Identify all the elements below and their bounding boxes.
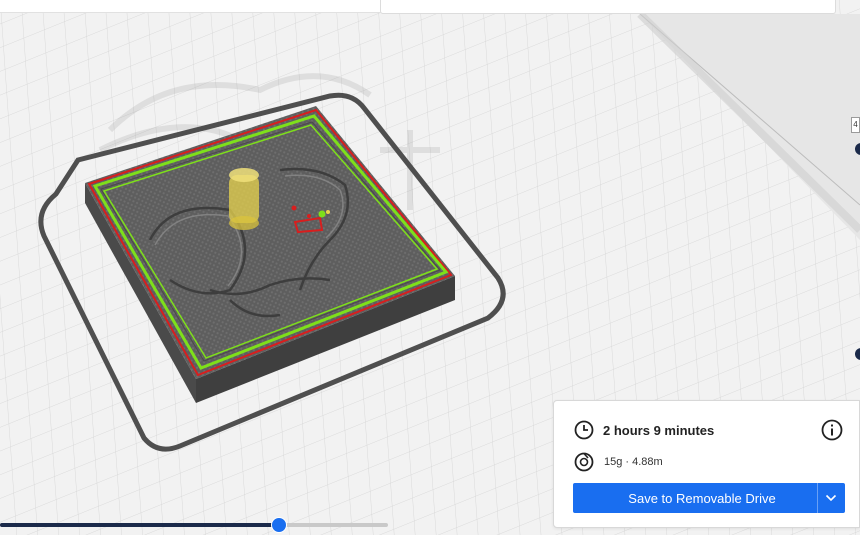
top-toolbar-left [0, 0, 380, 13]
clock-icon [574, 420, 594, 440]
print-time-row: 2 hours 9 minutes [574, 419, 714, 441]
save-options-dropdown[interactable] [817, 483, 845, 513]
spool-icon [574, 452, 594, 472]
3d-viewport[interactable]: 4 2 hours 9 minutes 15g · 4.88m Save to … [0, 0, 860, 535]
chevron-down-icon [825, 494, 837, 502]
plate-edge-marker [855, 348, 860, 360]
top-toolbar-right [380, 0, 836, 14]
save-to-removable-drive-button[interactable]: Save to Removable Drive [573, 483, 845, 513]
plate-edge-marker [855, 143, 860, 155]
side-tab[interactable]: 4 [851, 117, 860, 133]
layer-slider-fill [0, 523, 279, 527]
print-time-label: 2 hours 9 minutes [603, 422, 715, 438]
layer-slider[interactable] [0, 515, 390, 535]
save-button-label: Save to Removable Drive [628, 490, 776, 506]
material-usage-row: 15g · 4.88m [574, 452, 663, 472]
layer-slider-handle[interactable] [271, 517, 287, 533]
material-usage-label: 15g · 4.88m [604, 456, 663, 468]
info-icon[interactable] [821, 419, 843, 441]
print-summary-panel: 2 hours 9 minutes 15g · 4.88m Save to Re… [553, 400, 860, 528]
